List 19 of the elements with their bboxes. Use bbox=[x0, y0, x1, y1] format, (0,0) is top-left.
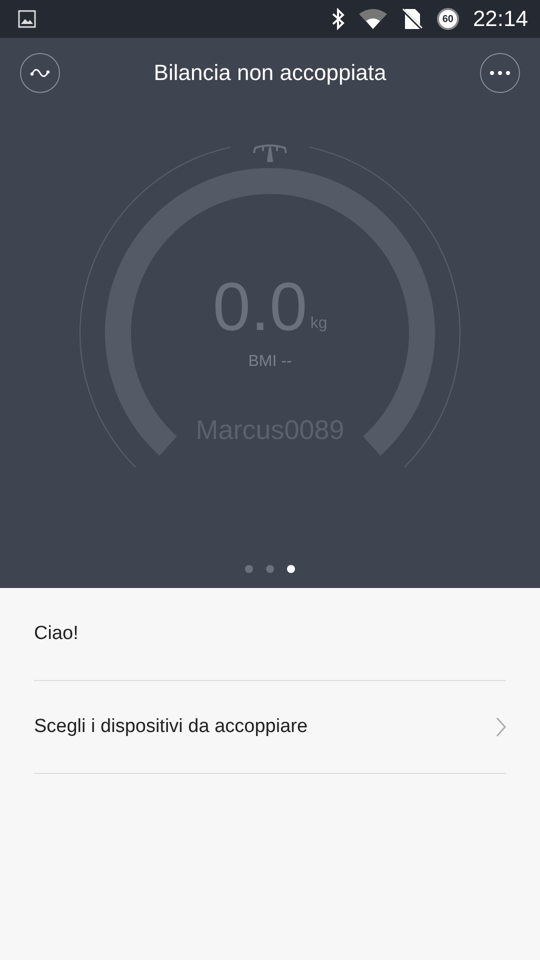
wave-icon bbox=[30, 68, 50, 78]
bluetooth-icon bbox=[330, 8, 345, 30]
header-title: Bilancia non accoppiata bbox=[152, 60, 388, 86]
no-sim-icon bbox=[400, 8, 423, 30]
chevron-icon bbox=[496, 717, 506, 737]
battery-indicator: 60 bbox=[436, 8, 459, 30]
page-dot[interactable] bbox=[287, 565, 295, 573]
scale-icon bbox=[253, 144, 287, 162]
page-dot[interactable] bbox=[266, 565, 274, 573]
page-dot[interactable] bbox=[245, 565, 253, 573]
clock: 22:14 bbox=[472, 6, 528, 32]
bmi-value: BMI -- bbox=[248, 353, 292, 371]
greeting-text: Ciao! bbox=[34, 623, 80, 645]
more-icon bbox=[490, 71, 510, 75]
picture-icon bbox=[18, 10, 36, 28]
wifi-icon bbox=[358, 9, 387, 29]
more-button[interactable] bbox=[480, 53, 520, 93]
pair-devices-link[interactable]: Scegli i dispositivi da accoppiare bbox=[34, 716, 496, 738]
trend-button[interactable] bbox=[20, 53, 60, 93]
